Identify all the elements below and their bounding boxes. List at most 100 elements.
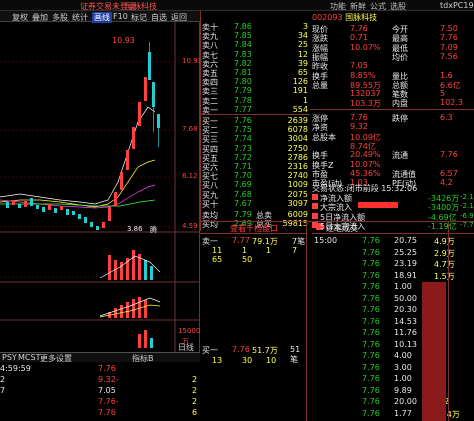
- orderbook-row[interactable]: 买二 7.75 6078: [200, 125, 310, 135]
- stat-row: 换手Z 10.07%: [312, 159, 381, 170]
- low-mark: 3.86: [127, 225, 143, 233]
- axis-price-3: 6.12: [182, 172, 198, 180]
- sell-queue: 11 1 1 7 65 50: [212, 246, 298, 264]
- tab-psy[interactable]: PSY: [2, 353, 17, 362]
- volume-bars: [99, 250, 161, 280]
- order-volume: 2750: [287, 143, 308, 153]
- flow-bullet-icon: [312, 194, 318, 200]
- kline-svg: [0, 22, 200, 352]
- trade-status-row: 交易状态:闭市前段 15:32:06: [312, 184, 418, 193]
- stat-row: 涨停 7.76 跌停 6.3: [312, 113, 453, 123]
- ma5-line: [0, 106, 156, 205]
- order-volume: 3004: [287, 134, 308, 144]
- ma10-line: [0, 159, 156, 208]
- soar-mark: 腾: [150, 226, 157, 234]
- tab-f10[interactable]: F10: [113, 12, 128, 21]
- flow-row: 5日净流入额-4.69亿-6.9%: [310, 212, 474, 222]
- order-price: 7.82: [234, 58, 252, 68]
- order-volume: 3097: [287, 198, 308, 208]
- stock-code: 002093: [312, 13, 343, 22]
- order-price: 7.74: [234, 134, 252, 144]
- time-row: 7.76- 2: [98, 397, 198, 406]
- stat-row: 132037 笔数 5: [350, 89, 446, 100]
- order-volume: 2740: [287, 171, 308, 181]
- order-volume: 126: [292, 77, 308, 87]
- flow-row: 5日大宗流入-1.19亿-7.7%: [310, 221, 474, 231]
- stat-row: 涨跌 0.71 最高 7.76: [312, 33, 458, 44]
- order-volume: 12: [297, 49, 308, 59]
- stat-row: 103.3万 内盘 102.3: [350, 98, 463, 109]
- buy-queue: 13 30 10: [212, 356, 277, 365]
- order-volume: 2316: [287, 162, 308, 171]
- orderbook-row[interactable]: 买四 7.73 2750: [200, 143, 310, 154]
- order-book: 卖十 7.86 3 卖九 7.85 34 卖八 7.84 25 卖七 7.83 12 卖六 7.82 39 卖…: [200, 11, 310, 231]
- big-order-bar: [422, 282, 446, 421]
- orderbook-row[interactable]: 卖四 7.80 126: [200, 77, 310, 87]
- menu-formula[interactable]: 公式: [370, 1, 386, 12]
- orderbook-row[interactable]: 卖五 7.81 65: [200, 68, 310, 78]
- orderbook-row[interactable]: 买九 7.68 2075: [200, 189, 310, 200]
- order-volume: 1: [302, 95, 308, 105]
- orderbook-avg-row: 卖均 7.79 总卖 6009: [202, 210, 308, 220]
- orderbook-row[interactable]: 卖七 7.83 12: [200, 49, 310, 60]
- order-price: 7.69: [234, 180, 252, 190]
- order-price: 7.73: [234, 143, 252, 153]
- menu-new[interactable]: 新鲜: [350, 1, 366, 12]
- stat-row: 换手 8.85% 量比 1.6: [312, 70, 453, 81]
- orderbook-row[interactable]: 买五 7.72 2786: [200, 153, 310, 163]
- order-level-label: 买十: [202, 199, 218, 209]
- stat-row: 总量 89.55万 总额 6.6亿: [312, 80, 461, 90]
- orderbook-row[interactable]: 卖一 7.77 554: [200, 104, 310, 115]
- orderbook-row[interactable]: 卖二 7.78 1: [200, 95, 310, 106]
- order-price: 7.76: [234, 116, 252, 125]
- order-price: 7.75: [234, 125, 252, 135]
- orderbook-row[interactable]: 卖九 7.85 34: [200, 31, 310, 41]
- buy1-row: 买一 7.76 51.7万 51笔: [202, 345, 301, 364]
- orderbook-row[interactable]: 买七 7.70 2740: [200, 171, 310, 181]
- kline-chart[interactable]: 10.93 10.93 7.68 6.12 4.59 3.86 腾 15000 …: [0, 22, 202, 352]
- stock-name: 国脉科技: [345, 13, 378, 22]
- orderbook-row[interactable]: 卖八 7.84 25: [200, 40, 310, 50]
- orderbook-row[interactable]: 买十 7.67 3097: [200, 198, 310, 209]
- orderbook-row[interactable]: 卖三 7.79 191: [200, 86, 310, 96]
- time-row: 4:59:59 7.76: [0, 364, 116, 373]
- order-price: 7.83: [234, 49, 252, 59]
- orderbook-row[interactable]: 买八 7.69 1009: [200, 180, 310, 190]
- macd-bars: [99, 297, 161, 318]
- order-volume: 39: [297, 58, 308, 68]
- orderbook-row[interactable]: 卖十 7.86 3: [200, 22, 310, 32]
- client-id: tdxPC19: [440, 1, 474, 10]
- stat-row: 振幅 均价 7.56: [312, 51, 458, 62]
- order-price: 7.70: [234, 171, 252, 181]
- title-bar: 证券交易未登录 国脉科技 功能 新鲜 公式 选股 tdxPC19: [0, 0, 474, 11]
- time-row: 7 7.05 2: [0, 386, 198, 395]
- indicator-b-bars: [138, 330, 153, 348]
- stat-row: 8.74亿: [350, 141, 376, 151]
- flow-bullet-icon: [312, 212, 318, 219]
- candles: [6, 42, 160, 230]
- menu-select[interactable]: 选股: [390, 1, 406, 12]
- orderbook-row[interactable]: 买一 7.76 2639: [200, 116, 310, 126]
- orderbook-row[interactable]: 卖六 7.82 39: [200, 58, 310, 69]
- order-price: 7.77: [234, 104, 252, 114]
- order-price: 7.79: [234, 86, 252, 96]
- flow-bar: [358, 202, 398, 208]
- orderbook-row[interactable]: 买三 7.74 3004: [200, 134, 310, 144]
- order-price: 7.67: [234, 198, 252, 208]
- flow-row: 净流入额-3426万-2.1%: [310, 193, 474, 203]
- menu-function[interactable]: 功能: [330, 1, 346, 12]
- stat-row: 涨幅 10.07% 最低 7.09: [312, 42, 458, 53]
- stat-row: 市盈 45.36% 流通值 6.57: [312, 168, 458, 179]
- indicator-tab-row: PSY MCST 更多 设置 指标B 日线: [0, 343, 200, 363]
- orderbook-row[interactable]: 买六 7.71 2316: [200, 162, 310, 172]
- order-box-title[interactable]: 查看千档盘口: [230, 223, 278, 234]
- vol-axis-label: 15000: [178, 327, 201, 335]
- order-price: 7.68: [234, 189, 252, 199]
- order-price: 7.84: [234, 40, 252, 50]
- tab-mcst[interactable]: MCST: [18, 353, 40, 362]
- order-volume: 25: [297, 40, 308, 50]
- tab-daily[interactable]: 日线: [178, 342, 194, 353]
- chart-toolbar: 复权 叠加 多股 统计 画线 F10 标记 自选 返回: [0, 11, 200, 23]
- order-price: 7.71: [234, 162, 252, 171]
- order-price: 7.80: [234, 77, 252, 87]
